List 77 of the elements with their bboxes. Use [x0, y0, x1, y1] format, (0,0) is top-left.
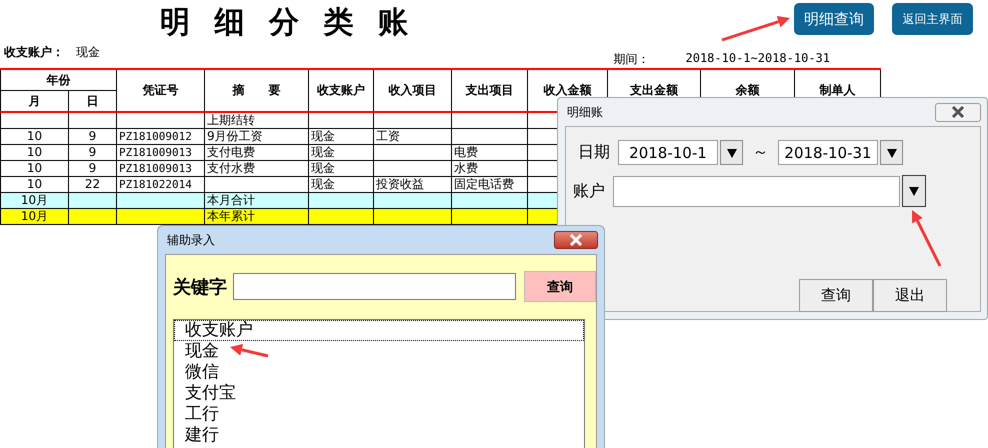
table-cell-text: 9月份工资 — [207, 130, 263, 143]
date-field[interactable]: 2018-10-1 — [618, 140, 718, 165]
list-item[interactable]: 收支账户 — [174, 320, 584, 341]
list-item[interactable]: 工行 — [174, 404, 584, 425]
table-cell-text: 10 — [26, 162, 42, 175]
close-button[interactable] — [935, 102, 981, 122]
list-item[interactable]: 现金 — [174, 341, 584, 362]
dropdown-arrow-icon — [886, 148, 896, 158]
range-separator: ～ — [752, 142, 770, 163]
table-cell-text: 本年累计 — [207, 210, 255, 223]
table-cell-text: 现金 — [311, 178, 335, 191]
dropdown-button[interactable] — [720, 140, 743, 165]
table-cell-text: 现金 — [311, 130, 335, 143]
dialog-title: 明细账 — [567, 104, 603, 120]
account-label: 账户 — [573, 180, 606, 202]
period-label: 期间： — [614, 51, 650, 68]
table-cell-text: PZ181009013 — [119, 146, 192, 159]
dropdown-button[interactable] — [902, 175, 926, 207]
sheet-title: 明 细 分 类 账 — [160, 4, 412, 42]
table-cell-text: 投资收益 — [376, 178, 424, 191]
table-cell-text: 10 — [26, 130, 42, 143]
table-cell-text: 9 — [88, 130, 96, 143]
account-label: 收支账户： — [4, 44, 64, 61]
table-cell-text: 支付电费 — [207, 146, 255, 159]
column-header: 制单人 — [820, 83, 856, 97]
date-field[interactable]: 2018-10-31 — [778, 140, 878, 165]
date-label: 日期 — [578, 142, 611, 163]
column-header: 支出金额 — [630, 83, 678, 97]
dropdown-arrow-icon — [726, 148, 736, 158]
table-cell-text: PZ181009012 — [119, 130, 192, 143]
column-header: 收入金额 — [544, 83, 592, 97]
column-header: 凭证号 — [142, 83, 178, 97]
list-item[interactable]: 建行 — [174, 425, 584, 446]
column-header: 收入项目 — [388, 83, 436, 97]
list-item[interactable]: 微信 — [174, 362, 584, 383]
period-value: 2018-10-1~2018-10-31 — [686, 51, 830, 67]
table-cell-text: 本月合计 — [207, 194, 255, 207]
close-button[interactable] — [554, 231, 598, 249]
close-icon — [569, 234, 583, 246]
table-cell-text: 10 — [26, 146, 42, 159]
account-field[interactable] — [613, 176, 900, 206]
table-cell-text: 22 — [84, 178, 100, 191]
column-header: 收支账户 — [317, 83, 365, 97]
table-cell-text: 10 — [26, 178, 42, 191]
dialog-title: 辅助录入 — [167, 232, 215, 248]
nav-button[interactable]: 返回主界面 — [892, 3, 973, 35]
table-cell-text: PZ181022014 — [119, 178, 192, 191]
column-header: 余额 — [736, 83, 760, 97]
table-cell-text: 9 — [88, 146, 96, 159]
dropdown-button[interactable] — [880, 140, 903, 165]
column-header: 日 — [86, 94, 98, 108]
dropdown-arrow-icon — [909, 186, 919, 196]
dialog-button[interactable]: 退出 — [873, 279, 947, 312]
table-cell-text: 10月 — [20, 194, 48, 207]
dialog-button[interactable]: 查询 — [799, 279, 873, 312]
table-cell-text: 10月 — [20, 210, 48, 223]
keyword-label: 关键字 — [173, 276, 228, 298]
table-cell-text: 9 — [88, 162, 96, 175]
list-item[interactable]: 支付宝 — [174, 383, 584, 404]
account-value: 现金 — [76, 44, 100, 61]
column-header: 摘 要 — [232, 83, 280, 97]
table-cell-text: 现金 — [311, 146, 335, 159]
keyword-field[interactable] — [232, 273, 516, 300]
table-cell-text: 固定电话费 — [454, 178, 514, 191]
column-header: 月 — [28, 94, 40, 108]
table-cell-text: 水费 — [454, 162, 478, 175]
table-cell-text: 现金 — [311, 162, 335, 175]
table-cell-text: 工资 — [376, 130, 400, 143]
table-cell-text: 电费 — [454, 146, 478, 159]
nav-button[interactable]: 明细查询 — [794, 3, 874, 35]
close-icon — [951, 106, 965, 118]
search-button[interactable]: 查询 — [524, 271, 596, 302]
column-header: 年份 — [46, 72, 70, 86]
table-cell-text: 上期结转 — [207, 113, 255, 127]
column-header: 支出项目 — [466, 83, 514, 97]
table-cell-text: 支付水费 — [207, 162, 255, 175]
table-cell-text: PZ181009013 — [119, 162, 192, 175]
